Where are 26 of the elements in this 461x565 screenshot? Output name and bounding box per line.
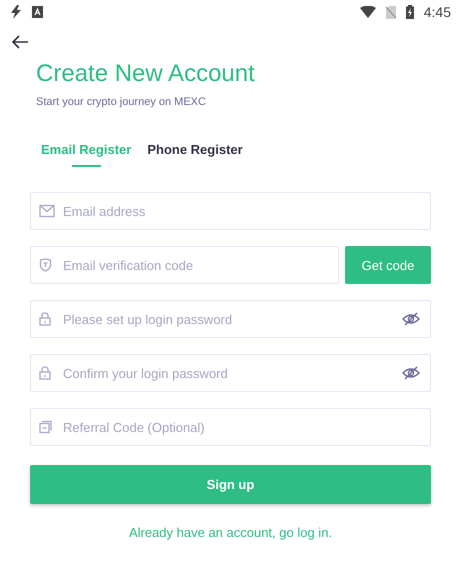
keyboard-badge-icon [32,6,43,18]
register-tab[interactable]: Phone Register [142,138,248,167]
page-subtitle: Start your crypto journey on MEXC [36,96,207,108]
back-arrow-icon[interactable] [10,34,30,50]
lock-icon [39,312,51,326]
get-code-button[interactable]: Get code [345,246,431,284]
card-icon [39,420,52,434]
eye-hidden-icon[interactable] [402,312,420,326]
input-field[interactable]: Please set up login password [30,300,431,338]
envelope-icon [39,204,55,218]
input-field[interactable]: Confirm your login password [30,354,431,392]
flash-icon [10,5,22,19]
sign-up-button[interactable]: Sign up [30,465,431,504]
register-tab[interactable]: Email Register [36,138,136,167]
input-field[interactable]: Email address [30,192,431,230]
input-field[interactable]: Referral Code (Optional) [30,408,431,446]
battery-icon [406,5,414,19]
shield-icon [39,258,52,272]
input-field[interactable]: Email verification code [30,246,339,284]
no-sim-icon [386,6,396,18]
lock-icon [39,366,51,380]
login-link[interactable]: Already have an account, go log in. [128,525,332,540]
wifi-icon [360,6,376,18]
eye-hidden-icon[interactable] [402,366,420,380]
page-title: Create New Account [36,60,256,88]
status-time: 4:45 [424,4,451,20]
